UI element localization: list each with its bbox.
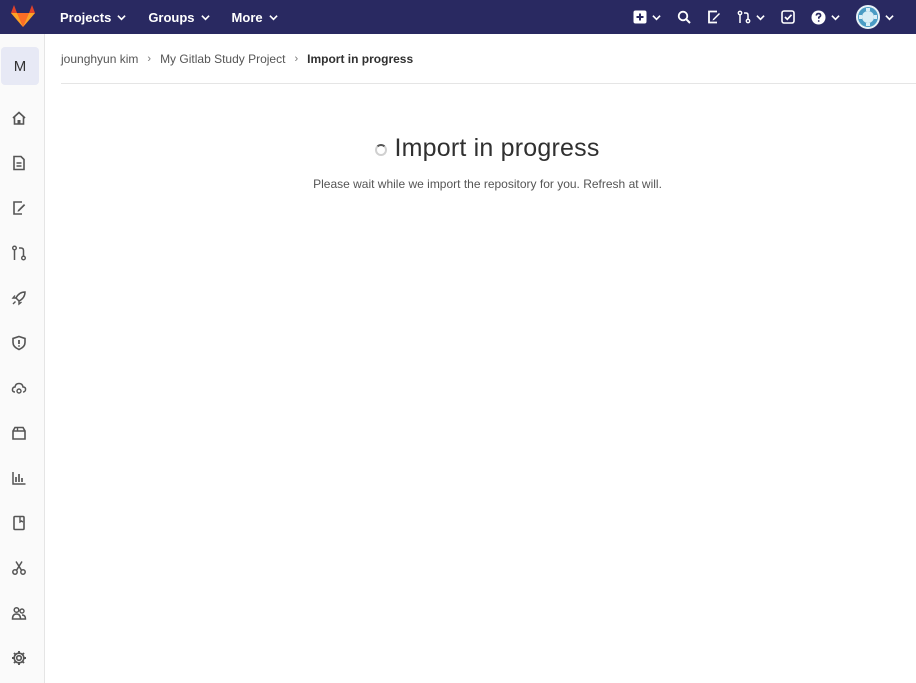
sidebar-item-merge-requests[interactable]: [10, 244, 28, 262]
chevron-down-icon: [268, 14, 278, 20]
page-title: Import in progress: [394, 134, 600, 162]
breadcrumb-item-user[interactable]: jounghyun kim: [61, 52, 138, 66]
sidebar-item-ci-cd[interactable]: [10, 289, 28, 307]
project-sidebar: M: [0, 34, 45, 683]
avatar: [856, 5, 880, 29]
sidebar-item-snippets[interactable]: [10, 559, 28, 577]
sidebar-item-wiki[interactable]: [10, 514, 28, 532]
chevron-right-icon: ›: [147, 52, 152, 65]
nav-groups-dropdown[interactable]: Groups: [148, 0, 210, 34]
home-icon: [12, 111, 26, 125]
nav-projects-label: Projects: [60, 9, 112, 25]
merge-request-icon: [737, 10, 751, 24]
plus-square-icon: [633, 10, 647, 24]
chevron-down-icon: [885, 14, 894, 20]
nav-right: [633, 0, 916, 34]
settings-icon: [12, 651, 26, 665]
merge-requests-dropdown[interactable]: [737, 0, 765, 34]
repository-icon: [13, 155, 25, 171]
snippets-icon: [12, 561, 26, 575]
nav-projects-dropdown[interactable]: Projects: [60, 0, 126, 34]
package-icon: [12, 426, 26, 440]
nav-more-dropdown[interactable]: More: [232, 0, 278, 34]
sidebar-item-analytics[interactable]: [10, 469, 28, 487]
analytics-icon: [12, 472, 26, 485]
breadcrumb: jounghyun kim › My Gitlab Study Project …: [61, 34, 916, 84]
issues-button[interactable]: [707, 0, 721, 34]
wiki-icon: [13, 515, 25, 531]
chevron-down-icon: [200, 14, 210, 20]
loading-spinner-icon: [375, 143, 388, 156]
chevron-down-icon: [831, 14, 840, 20]
top-navbar: Projects Groups More: [0, 0, 916, 34]
chevron-right-icon: ›: [294, 52, 299, 65]
sidebar-item-settings[interactable]: [10, 649, 28, 667]
project-avatar[interactable]: M: [1, 47, 39, 85]
sidebar-item-operations[interactable]: [10, 379, 28, 397]
merge-request-icon: [12, 245, 26, 261]
shield-icon: [12, 335, 26, 351]
sidebar-item-members[interactable]: [10, 604, 28, 622]
nav-menu: Projects Groups More: [60, 0, 300, 34]
issues-icon: [13, 201, 26, 215]
search-icon: [677, 10, 691, 24]
cloud-icon: [11, 382, 27, 394]
todo-icon: [781, 10, 795, 24]
user-menu-dropdown[interactable]: [856, 0, 894, 34]
nav-groups-label: Groups: [148, 9, 195, 25]
sidebar-item-security[interactable]: [10, 334, 28, 352]
breadcrumb-item-current[interactable]: Import in progress: [307, 52, 413, 66]
rocket-icon: [11, 291, 26, 306]
members-icon: [11, 606, 27, 620]
search-button[interactable]: [677, 0, 691, 34]
new-item-dropdown[interactable]: [633, 0, 661, 34]
sidebar-item-project-overview[interactable]: [10, 109, 28, 127]
nav-more-label: More: [231, 9, 263, 25]
project-avatar-letter: M: [13, 57, 27, 75]
gitlab-logo-icon[interactable]: [10, 4, 36, 28]
import-status-message: Please wait while we import the reposito…: [313, 177, 662, 191]
issues-icon: [708, 10, 720, 24]
help-dropdown[interactable]: [811, 0, 840, 34]
chevron-down-icon: [756, 14, 765, 20]
breadcrumb-item-project[interactable]: My Gitlab Study Project: [160, 52, 285, 66]
chevron-down-icon: [652, 14, 661, 20]
todos-button[interactable]: [781, 0, 795, 34]
help-icon: [811, 10, 826, 24]
sidebar-item-packages[interactable]: [10, 424, 28, 442]
sidebar-item-issues[interactable]: [10, 199, 28, 217]
chevron-down-icon: [117, 14, 126, 20]
sidebar-item-repository[interactable]: [10, 154, 28, 172]
import-status-header: Import in progress: [45, 134, 916, 163]
